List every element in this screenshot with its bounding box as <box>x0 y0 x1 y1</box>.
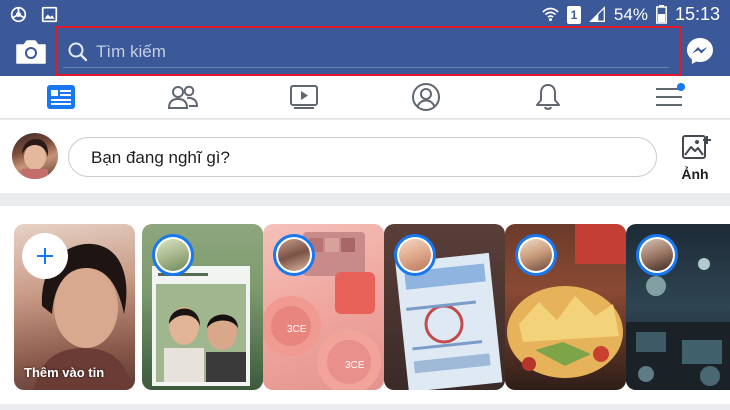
search-input[interactable]: Tìm kiếm <box>63 32 669 68</box>
add-to-story-label: Thêm vào tin <box>24 365 105 380</box>
story-avatar <box>636 234 678 276</box>
bell-icon <box>536 84 560 110</box>
search-bar-highlight[interactable]: Tìm kiếm <box>55 26 681 76</box>
clock: 15:13 <box>674 4 720 24</box>
tab-watch[interactable] <box>288 82 320 112</box>
menu-notification-dot <box>677 83 685 91</box>
story-card[interactable] <box>384 224 505 390</box>
profile-icon <box>412 83 440 111</box>
status-bar: 1 54% 15:13 <box>0 0 730 29</box>
chrome-icon <box>10 6 27 23</box>
post-composer: Bạn đang nghĩ gì? Ảnh <box>0 120 730 193</box>
svg-text:3CE: 3CE <box>345 360 365 371</box>
facebook-home-screen: 1 54% 15:13 Tìm kiếm Bạn đang nghĩ gì? Ả… <box>0 0 730 410</box>
story-avatar <box>515 234 557 276</box>
story-avatar <box>394 234 436 276</box>
photo-label: Ảnh <box>681 166 709 182</box>
avatar[interactable] <box>12 133 58 179</box>
friends-icon <box>167 85 199 109</box>
tab-friends[interactable] <box>167 82 199 112</box>
messenger-icon[interactable] <box>685 36 715 66</box>
create-story-card[interactable]: Thêm vào tin <box>14 224 135 390</box>
battery-percent: 54% <box>613 4 648 24</box>
tab-notifications[interactable] <box>532 82 564 112</box>
story-card[interactable]: 3CE 3CE <box>263 224 384 390</box>
add-story-button[interactable] <box>22 233 68 279</box>
battery-icon <box>656 5 667 24</box>
stories-tray: Thêm vào tin 3CE 3CE <box>0 206 730 410</box>
composer-placeholder: Bạn đang nghĩ gì? <box>91 148 230 167</box>
camera-icon[interactable] <box>14 37 48 67</box>
photo-button[interactable]: Ảnh <box>675 132 715 186</box>
sim-icon: 1 <box>566 5 581 24</box>
watch-icon <box>290 85 318 109</box>
search-placeholder: Tìm kiếm <box>96 42 166 61</box>
plus-icon <box>37 248 53 264</box>
gallery-icon <box>41 6 58 23</box>
story-card[interactable] <box>626 224 730 390</box>
tab-profile[interactable] <box>410 82 442 112</box>
stories-bottom-divider <box>0 404 730 410</box>
story-card[interactable] <box>142 224 263 390</box>
news-feed-icon <box>47 85 75 109</box>
search-underline <box>63 67 669 68</box>
tab-bar <box>0 76 730 119</box>
tab-news-feed[interactable] <box>45 82 77 112</box>
avatar-photo <box>22 139 49 179</box>
wifi-icon <box>542 7 559 22</box>
story-avatar <box>152 234 194 276</box>
whats-on-your-mind-input[interactable]: Bạn đang nghĩ gì? <box>68 137 657 177</box>
story-card[interactable] <box>505 224 626 390</box>
search-icon <box>68 42 88 62</box>
svg-text:3CE: 3CE <box>287 324 307 335</box>
story-avatar <box>273 234 315 276</box>
signal-icon <box>589 6 605 22</box>
photo-icon <box>682 135 711 159</box>
